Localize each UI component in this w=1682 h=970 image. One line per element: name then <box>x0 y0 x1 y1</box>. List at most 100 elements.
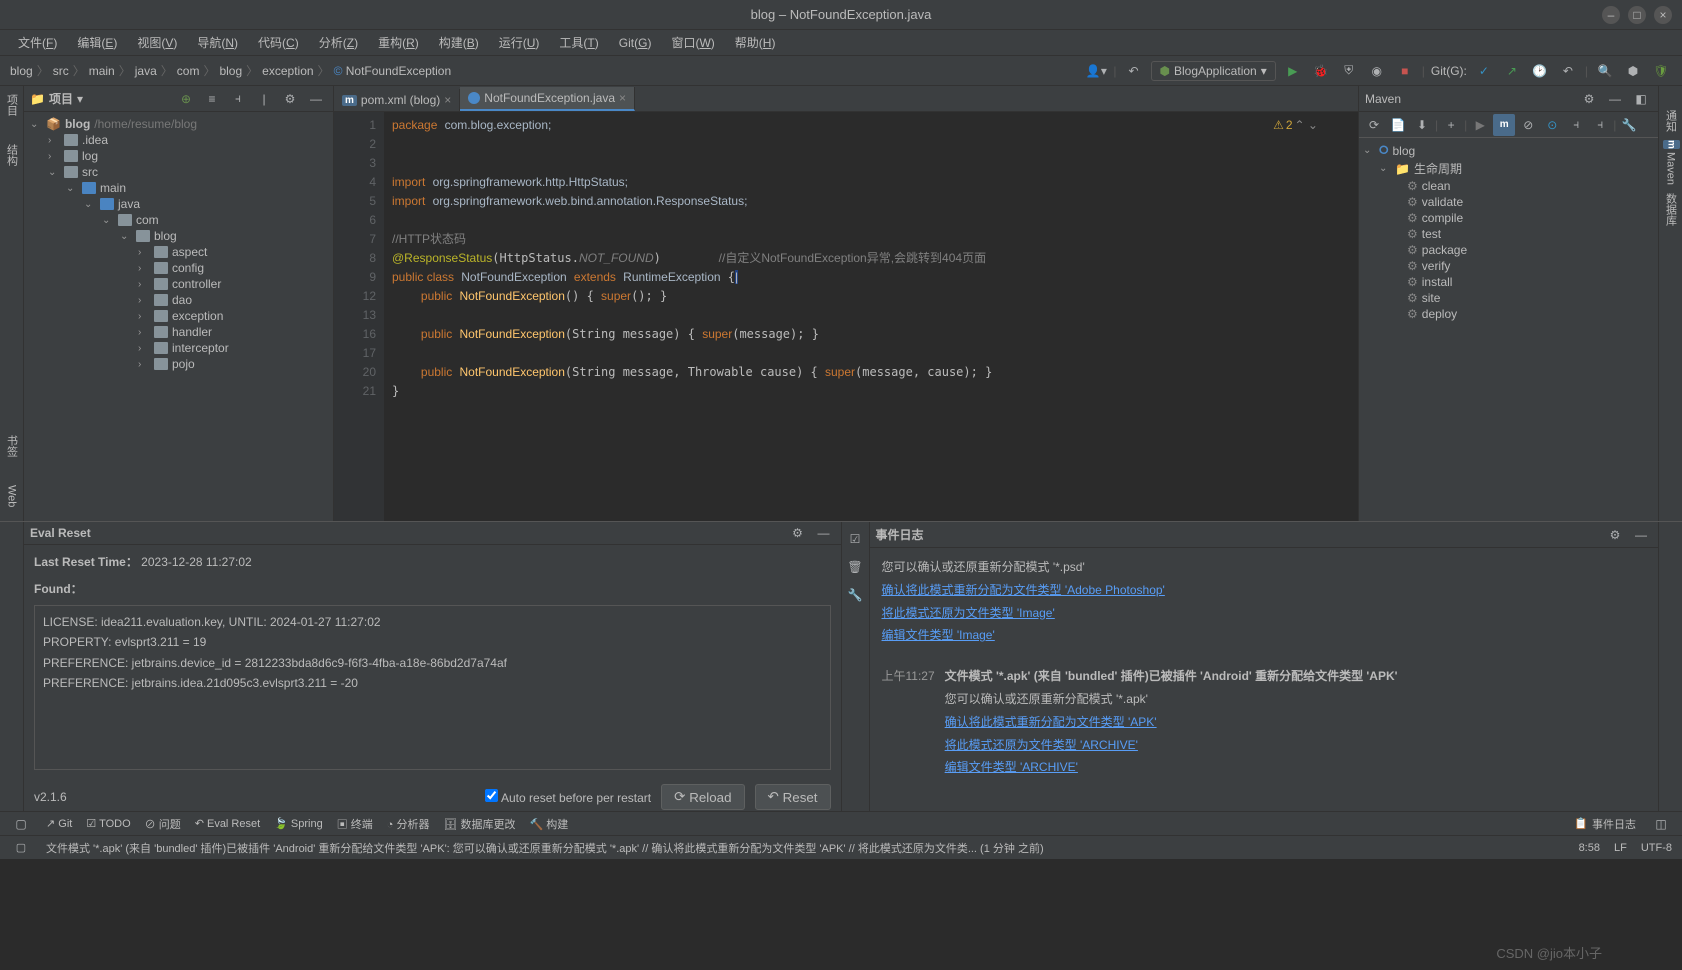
gutter-project[interactable]: 项目 <box>2 90 22 120</box>
menu-item[interactable]: 工具(T) <box>551 32 606 53</box>
tree-node[interactable]: ›interceptor <box>24 340 333 356</box>
event-link[interactable]: 编辑文件类型 'ARCHIVE' <box>945 760 1078 774</box>
toggle-offline-icon[interactable]: ⊘ <box>1517 114 1539 136</box>
gutter-bookmarks[interactable]: 书签 <box>2 431 22 461</box>
debug-button[interactable]: 🐞 <box>1310 60 1332 82</box>
layout-icon[interactable]: ◫ <box>1650 813 1672 835</box>
settings-icon[interactable]: 🔧 <box>844 584 866 606</box>
event-link[interactable]: 确认将此模式重新分配为文件类型 'APK' <box>945 715 1157 729</box>
maven-goal[interactable]: ⚙validate <box>1359 194 1658 210</box>
found-box[interactable]: LICENSE: idea211.evaluation.key, UNTIL: … <box>34 605 831 770</box>
chevron-down-icon[interactable]: ▾ <box>77 92 83 106</box>
tree-node[interactable]: ⌄main <box>24 180 333 196</box>
maven-goal[interactable]: ⚙package <box>1359 242 1658 258</box>
event-link[interactable]: 确认将此模式重新分配为文件类型 'Adobe Photoshop' <box>882 583 1165 597</box>
coverage-button[interactable]: ⛨ <box>1338 60 1360 82</box>
maven-goal[interactable]: ⚙verify <box>1359 258 1658 274</box>
encoding[interactable]: UTF-8 <box>1641 842 1672 854</box>
hide-panel-icon[interactable]: — <box>1630 524 1652 546</box>
menu-item[interactable]: 窗口(W) <box>663 32 722 53</box>
status-icon[interactable]: ▢ <box>10 837 32 859</box>
event-link[interactable]: 将此模式还原为文件类型 'Image' <box>882 606 1055 620</box>
menu-item[interactable]: 分析(Z) <box>311 32 366 53</box>
maven-goal[interactable]: ⚙install <box>1359 274 1658 290</box>
breadcrumb-item[interactable]: java <box>135 64 157 78</box>
search-icon[interactable]: 🔍 <box>1594 60 1616 82</box>
clear-icon[interactable]: ☑ <box>844 528 866 550</box>
tool-window-item[interactable]: ▣ 终端 <box>337 816 373 832</box>
tool-window-item[interactable]: ↶ Eval Reset <box>195 816 260 832</box>
maven-goal[interactable]: ⚙clean <box>1359 178 1658 194</box>
tool-window-item[interactable]: 🍃 Spring <box>274 816 323 832</box>
gear-icon[interactable] <box>1578 88 1600 110</box>
tree-node[interactable]: ⌄com <box>24 212 333 228</box>
tree-node[interactable]: ›log <box>24 148 333 164</box>
tree-node[interactable]: ›handler <box>24 324 333 340</box>
close-icon[interactable]: × <box>444 93 451 107</box>
maven-goal[interactable]: ⚙compile <box>1359 210 1658 226</box>
inspection-badge[interactable]: ⚠ 2 ⌃ ⌄ <box>1273 118 1318 132</box>
tree-node[interactable]: ›aspect <box>24 244 333 260</box>
expand-all-icon[interactable]: ≡ <box>201 88 223 110</box>
breadcrumb-item[interactable]: main <box>89 64 115 78</box>
menu-item[interactable]: 编辑(E) <box>69 32 125 53</box>
reload-button[interactable]: ⟳ Reload <box>661 784 744 810</box>
collapse-all-icon[interactable]: ⫞ <box>227 88 249 110</box>
close-icon[interactable]: × <box>619 91 626 105</box>
editor-tab[interactable]: mpom.xml (blog)× <box>334 89 460 111</box>
tree-node[interactable]: ›pojo <box>24 356 333 372</box>
generate-sources-icon[interactable]: 📄 <box>1387 114 1409 136</box>
menu-item[interactable]: 代码(C) <box>250 32 307 53</box>
editor-tab[interactable]: NotFoundException.java× <box>460 87 635 111</box>
gutter-notifications[interactable]: 通知 <box>1661 106 1681 136</box>
hide-panel-icon[interactable]: — <box>1604 88 1626 110</box>
tree-node[interactable]: ⌄src <box>24 164 333 180</box>
tool-window-item[interactable]: 🔨 构建 <box>530 816 569 832</box>
reset-button[interactable]: ↶ Reset <box>755 784 831 810</box>
tree-node[interactable]: ›dao <box>24 292 333 308</box>
tool-window-item[interactable]: ↗ Git <box>46 816 72 832</box>
git-update-icon[interactable]: ✓ <box>1473 60 1495 82</box>
breadcrumb-item[interactable]: blog <box>10 64 33 78</box>
back-icon[interactable]: ↶ <box>1123 60 1145 82</box>
profile-button[interactable]: ◉ <box>1366 60 1388 82</box>
user-icon[interactable]: 👤▾ <box>1085 60 1107 82</box>
tool-window-item[interactable]: 🗄 数据库更改 <box>444 816 516 832</box>
git-history-icon[interactable]: 🕑 <box>1529 60 1551 82</box>
run-button[interactable]: ▶ <box>1282 60 1304 82</box>
sync-icon[interactable]: 🛡 <box>1650 60 1672 82</box>
menu-item[interactable]: 文件(F) <box>10 32 65 53</box>
download-icon[interactable]: ⬇ <box>1411 114 1433 136</box>
maven-goal[interactable]: ⚙deploy <box>1359 306 1658 322</box>
cursor-position[interactable]: 8:58 <box>1579 842 1600 854</box>
event-link[interactable]: 编辑文件类型 'Image' <box>882 628 995 642</box>
tree-root[interactable]: ⌄ 📦 blog /home/resume/blog <box>24 116 333 132</box>
maven-settings-icon[interactable]: 🔧 <box>1618 114 1640 136</box>
maven-goal[interactable]: ⚙site <box>1359 290 1658 306</box>
maximize-button[interactable]: □ <box>1628 6 1646 24</box>
gutter-structure[interactable]: 结构 <box>2 140 22 170</box>
auto-reset-checkbox[interactable]: Auto reset before per restart <box>485 789 651 805</box>
gear-icon[interactable] <box>1604 524 1626 546</box>
stop-button[interactable]: ■ <box>1394 60 1416 82</box>
add-icon[interactable]: + <box>1440 114 1462 136</box>
tree-node[interactable]: ›.idea <box>24 132 333 148</box>
breadcrumb-item[interactable]: src <box>53 64 69 78</box>
select-opened-icon[interactable]: ⊕ <box>175 88 197 110</box>
delete-icon[interactable]: 🗑 <box>844 556 866 578</box>
git-commit-icon[interactable]: ↗ <box>1501 60 1523 82</box>
hide-panel-icon[interactable]: — <box>813 522 835 544</box>
tool-window-item[interactable]: ◔ 分析器 <box>387 816 430 832</box>
menu-item[interactable]: Git(G) <box>611 34 660 52</box>
dock-icon[interactable]: ◧ <box>1630 88 1652 110</box>
gutter-web[interactable]: Web <box>4 481 20 511</box>
menu-item[interactable]: 帮助(H) <box>727 32 784 53</box>
gear-icon[interactable] <box>279 88 301 110</box>
run-config-selector[interactable]: ⬢ BlogApplication ▾ <box>1151 61 1276 81</box>
menu-item[interactable]: 视图(V) <box>129 32 185 53</box>
breadcrumb-item[interactable]: com <box>177 64 200 78</box>
toggle-skip-tests-icon[interactable]: ⊙ <box>1541 114 1563 136</box>
tree-node[interactable]: ›config <box>24 260 333 276</box>
tree-node[interactable]: ⌄blog <box>24 228 333 244</box>
code-area[interactable]: package com.blog.exception; import org.s… <box>384 112 1358 521</box>
